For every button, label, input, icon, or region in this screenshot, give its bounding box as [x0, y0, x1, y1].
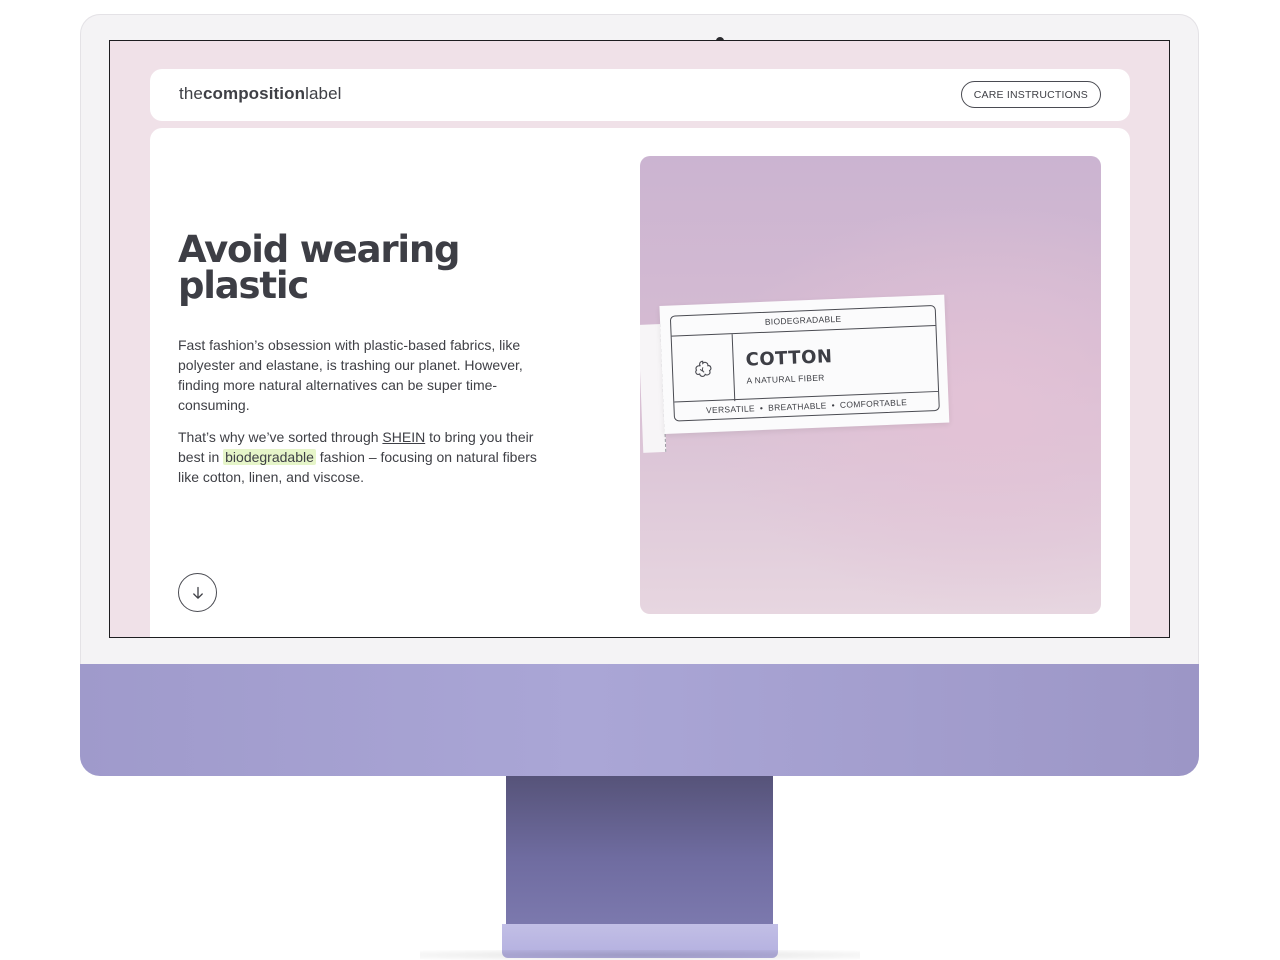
- headline-line-2: plastic: [178, 264, 309, 307]
- floor-shadow: [420, 950, 860, 960]
- hero-card: Avoid wearing plastic Fast fashion’s obs…: [150, 128, 1130, 637]
- screen: thecompositionlabel CARE INSTRUCTIONS Av…: [109, 40, 1170, 638]
- attribute-comfortable: COMFORTABLE: [839, 397, 908, 410]
- attribute-separator: •: [759, 402, 764, 414]
- care-instructions-button[interactable]: CARE INSTRUCTIONS: [960, 81, 1101, 108]
- fiber-name: COTTON: [745, 346, 833, 371]
- biodegradable-highlight: biodegradable: [223, 449, 316, 465]
- logo-bold: composition: [202, 84, 306, 103]
- imac-stand: [506, 776, 773, 926]
- hero-image: ✂ BIODEGRADABLE COTTON: [640, 156, 1101, 614]
- label-border: BIODEGRADABLE COTTON A NATURAL FIBER VER…: [669, 304, 940, 422]
- shein-link[interactable]: SHEIN: [382, 429, 425, 445]
- attribute-separator: •: [831, 400, 836, 411]
- attribute-versatile: VERSATILE: [705, 403, 756, 416]
- label-paper: BIODEGRADABLE COTTON A NATURAL FIBER VER…: [659, 294, 950, 434]
- composition-label: ✂ BIODEGRADABLE COTTON: [640, 294, 950, 453]
- site-logo[interactable]: thecompositionlabel: [179, 84, 342, 104]
- logo-prefix: the: [179, 84, 203, 103]
- arrow-down-icon: [192, 586, 203, 599]
- attribute-breathable: BREATHABLE: [767, 400, 827, 413]
- description-paragraph: That’s why we’ve sorted through SHEIN to…: [178, 427, 553, 487]
- logo-suffix: label: [305, 84, 342, 103]
- page-title: Avoid wearing plastic: [178, 231, 558, 307]
- scroll-down-button[interactable]: [178, 573, 217, 612]
- intro-paragraph: Fast fashion’s obsession with plastic-ba…: [178, 337, 523, 413]
- imac-chin: [80, 664, 1199, 776]
- fiber-subtitle: A NATURAL FIBER: [746, 372, 825, 386]
- cotton-icon-box: [671, 334, 736, 404]
- site-header: thecompositionlabel CARE INSTRUCTIONS: [150, 69, 1130, 121]
- cotton-flower-icon: [695, 360, 712, 377]
- para2-text-1: That’s why we’ve sorted through: [178, 429, 383, 445]
